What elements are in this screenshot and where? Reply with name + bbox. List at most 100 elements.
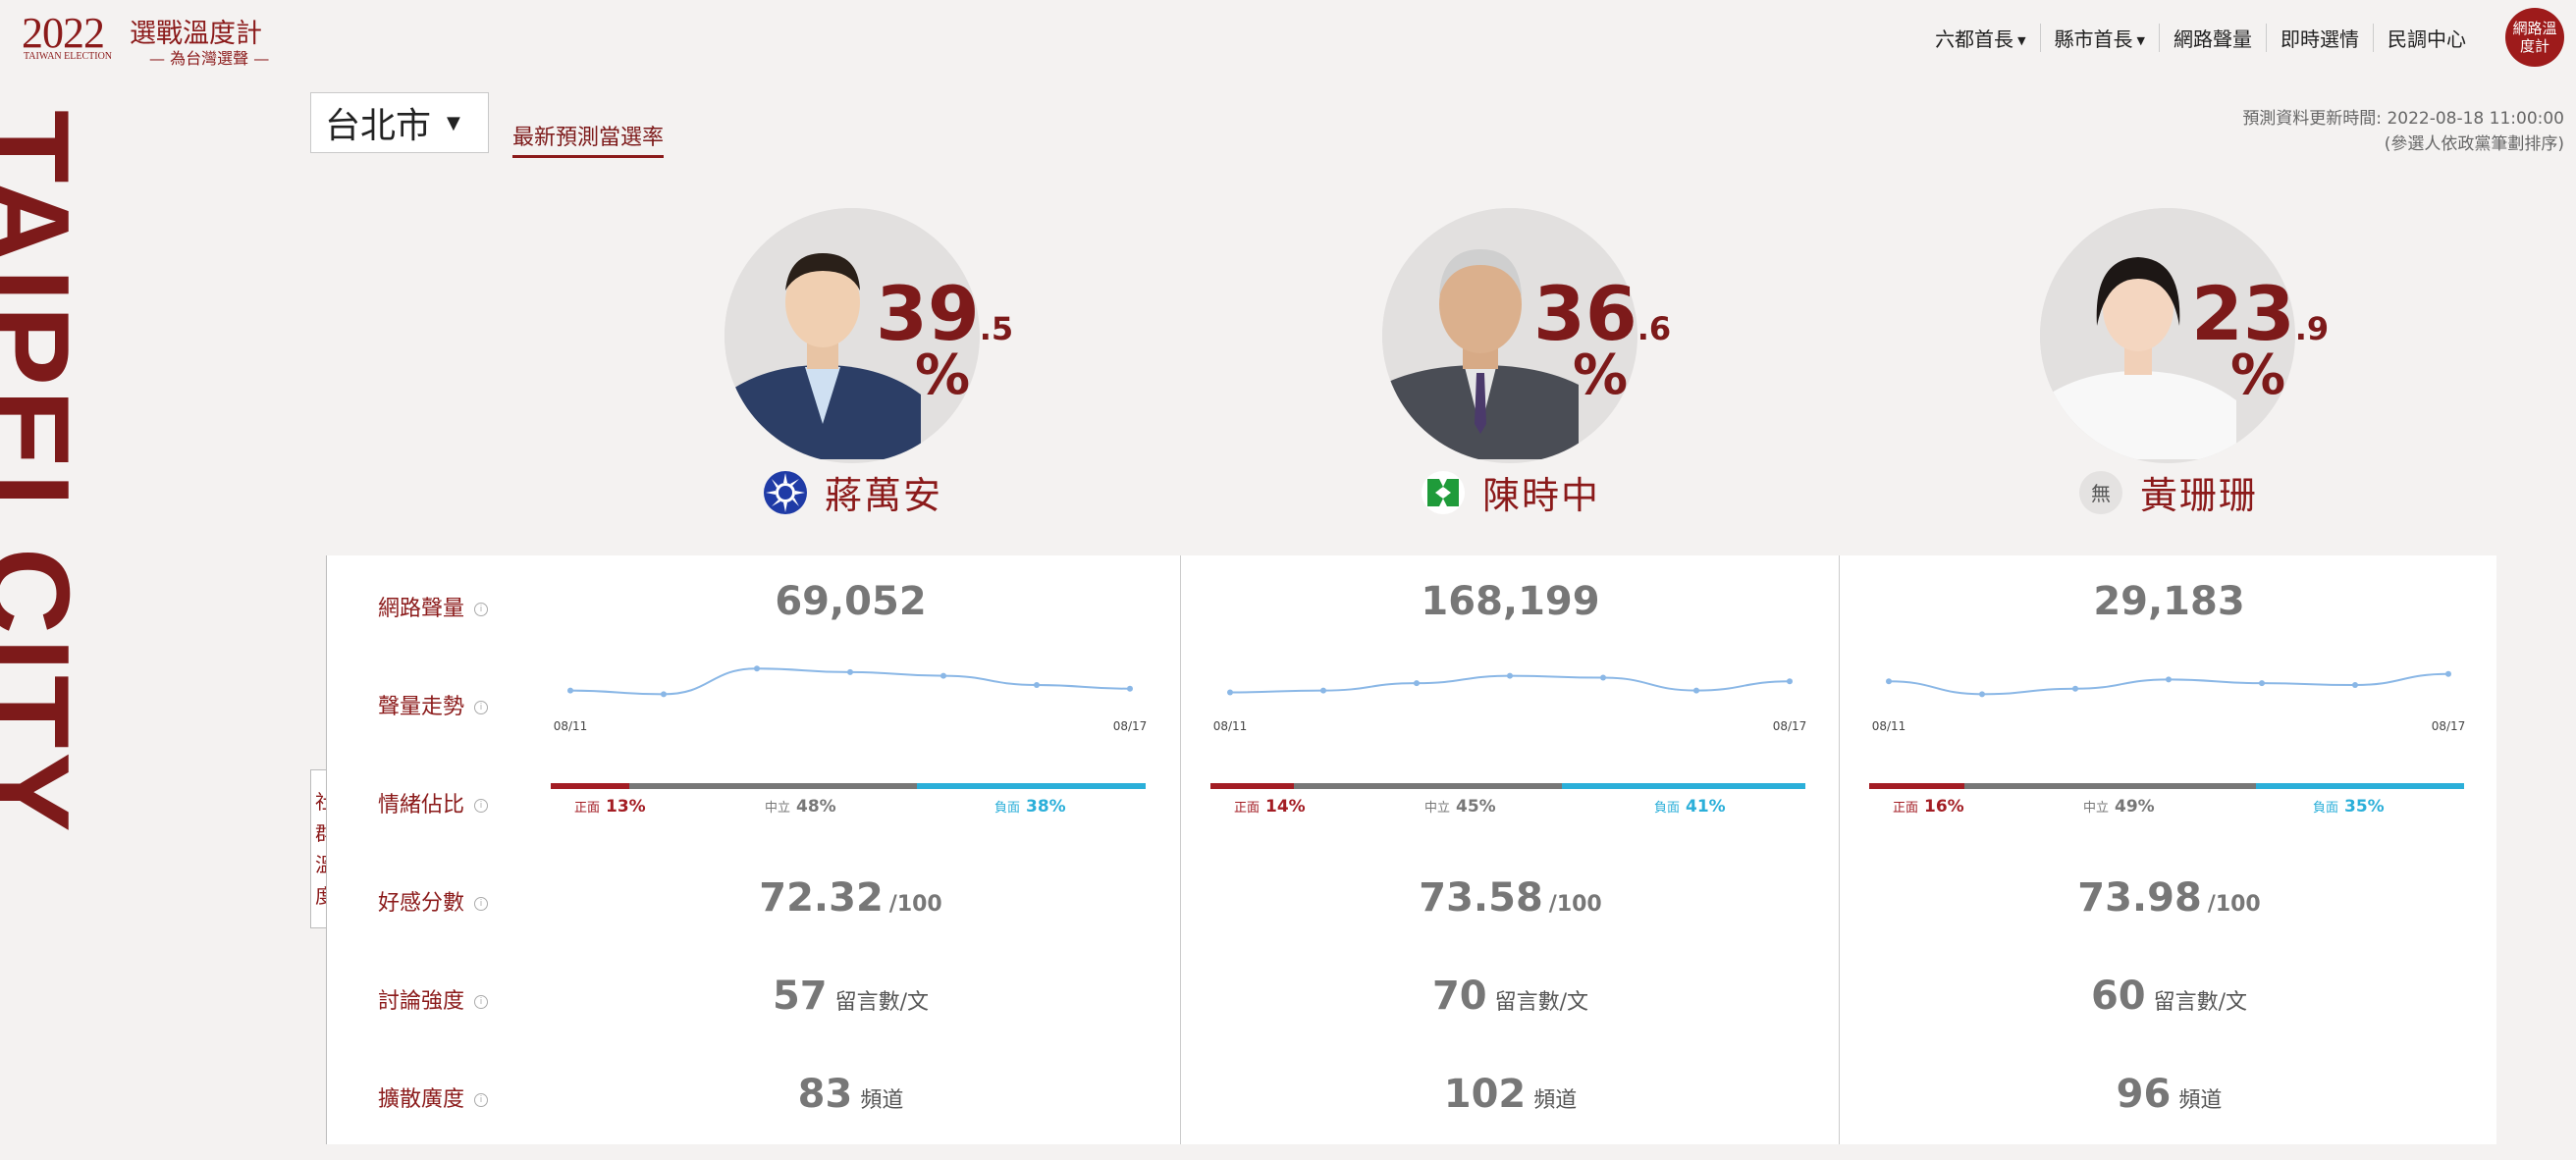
trend-point: [2352, 682, 2358, 688]
win-rate: 23.9 %: [2191, 270, 2330, 408]
sentiment-bar: 正面 14% 中立 45% 負面 41%: [1210, 783, 1805, 822]
spread-value: 96 頻道: [2116, 1072, 2223, 1117]
update-note: (參選人依政黨筆劃排序): [2384, 134, 2564, 154]
sentiment-neutral-seg: [628, 783, 918, 789]
nav-poll-center[interactable]: 民調中心: [2373, 23, 2480, 52]
label-discussion: 討論強度 i: [378, 983, 489, 1015]
volume-value: 29,183: [2093, 579, 2245, 624]
trend-date-label: 08/11: [1213, 719, 1248, 732]
candidate-stats-column: 69,052 08/11 08/17 正面 13% 中立 48% 負面 38% 72.32/100…: [521, 555, 1180, 1144]
candidate-card-3[interactable]: 23.9 % 無 黃珊珊: [2020, 208, 2433, 522]
trend-line-chart: 08/11 08/17: [1872, 670, 2466, 733]
trend-point: [1886, 678, 1892, 685]
sentiment-bar: 正面 16% 中立 49% 負面 35%: [1869, 783, 2464, 822]
candidate-card-2[interactable]: 36.6 % 陳時中: [1363, 208, 1775, 522]
caret-down-icon: ▼: [2136, 33, 2145, 47]
sentiment-positive: 正面 14%: [1234, 797, 1306, 817]
label-trend: 聲量走勢 i: [378, 689, 489, 720]
trend-date-label: 08/17: [2432, 719, 2466, 732]
tab-latest-prediction[interactable]: 最新預測當選率: [512, 120, 665, 158]
info-icon[interactable]: i: [474, 799, 489, 813]
trend-date-label: 08/11: [1872, 719, 1906, 732]
sentiment-bar: 正面 13% 中立 48% 負面 38%: [551, 783, 1146, 822]
candidate-card-1[interactable]: 39.5 % 蔣萬安: [705, 208, 1117, 522]
label-sentiment: 情緒佔比 i: [378, 787, 489, 818]
trend-chart: 08/11 08/17: [521, 654, 1180, 733]
trend-point: [1507, 672, 1513, 679]
trend-point: [1227, 689, 1233, 696]
sentiment-neutral-seg: [1293, 783, 1562, 789]
trend-chart: 08/11 08/17: [1840, 654, 2498, 733]
candidate-stats-column: 29,183 08/11 08/17 正面 16% 中立 49% 負面 35% 73.98/100…: [1839, 555, 2498, 1144]
info-icon[interactable]: i: [474, 603, 489, 616]
candidate-name: 陳時中: [1482, 474, 1601, 517]
sentiment-neutral-seg: [1963, 783, 2256, 789]
opview-badge[interactable]: 網路溫度計: [2505, 8, 2564, 67]
sentiment-neutral: 中立 49%: [2083, 797, 2155, 817]
sentiment-neutral: 中立 45%: [1424, 797, 1496, 817]
info-icon[interactable]: i: [474, 897, 489, 911]
nav-live[interactable]: 即時選情: [2266, 23, 2373, 52]
trend-point: [940, 672, 946, 679]
trend-point: [754, 665, 760, 672]
trend-line-chart: 08/11 08/17: [554, 665, 1147, 733]
trend-date-label: 08/17: [1773, 719, 1807, 732]
stats-panel: 網路聲量 i 聲量走勢 i 情緒佔比 i 好感分數 i 討論強度 i 擴散廣度 i 69,0…: [326, 555, 2496, 1144]
sentiment-positive-seg: [551, 783, 629, 789]
trend-point: [847, 668, 853, 675]
win-rate: 39.5 %: [876, 270, 1014, 408]
trend-point: [2072, 685, 2078, 692]
trend-point: [661, 691, 667, 698]
sentiment-positive: 正面 16%: [1893, 797, 1964, 817]
trend-chart: 08/11 08/17: [1181, 654, 1840, 733]
candidate-name: 黃珊珊: [2140, 474, 2259, 517]
info-icon[interactable]: i: [474, 1093, 489, 1107]
update-info: 預測資料更新時間: 2022-08-18 11:00:00 (參選人依政黨筆劃排…: [2242, 106, 2564, 157]
caret-down-icon: ▼: [447, 112, 460, 133]
trend-point: [2259, 680, 2265, 687]
info-icon[interactable]: i: [474, 701, 489, 714]
favor-value: 73.58/100: [1419, 875, 1602, 921]
trend-point: [567, 687, 573, 694]
trend-point: [1693, 687, 1699, 694]
trend-point: [1127, 685, 1133, 692]
sentiment-negative-seg: [2255, 783, 2464, 789]
label-spread: 擴散廣度 i: [378, 1081, 489, 1113]
trend-point: [1787, 678, 1793, 685]
sentiment-neutral: 中立 48%: [765, 797, 836, 817]
sentiment-positive: 正面 13%: [574, 797, 646, 817]
trend-point: [1979, 691, 1985, 698]
logo-sub-en: TAIWAN ELECTION: [24, 51, 113, 62]
favor-value: 73.98/100: [2077, 875, 2261, 921]
spread-value: 102 頻道: [1443, 1072, 1578, 1117]
nav-counties[interactable]: 縣市首長 ▼: [2039, 23, 2159, 52]
nav-volume[interactable]: 網路聲量: [2159, 23, 2266, 52]
candidate-stats-column: 168,199 08/11 08/17 正面 14% 中立 45% 負面 41% 73.58/10…: [1180, 555, 1840, 1144]
dpp-icon: [1422, 470, 1465, 514]
kmt-sun-icon: [764, 470, 807, 514]
top-nav: 六都首長 ▼ 縣市首長 ▼ 網路聲量 即時選情 民調中心: [1921, 18, 2480, 57]
label-volume: 網路聲量 i: [378, 591, 489, 622]
update-time: 預測資料更新時間: 2022-08-18 11:00:00: [2242, 109, 2564, 129]
caret-down-icon: ▼: [2017, 33, 2026, 47]
trend-point: [2445, 670, 2451, 677]
spread-value: 83 頻道: [797, 1072, 904, 1117]
sentiment-negative-seg: [1561, 783, 1805, 789]
discussion-value: 70 留言數/文: [1431, 974, 1589, 1019]
nav-six-cities[interactable]: 六都首長 ▼: [1921, 24, 2039, 52]
sentiment-negative: 負面 38%: [994, 797, 1066, 817]
trend-point: [1600, 674, 1606, 681]
logo-sub-zh: — 為台灣選聲 —: [149, 49, 270, 68]
sentiment-positive-seg: [1869, 783, 1964, 789]
discussion-value: 60 留言數/文: [2090, 974, 2248, 1019]
favor-value: 72.32/100: [759, 875, 942, 921]
sentiment-negative: 負面 41%: [1654, 797, 1726, 817]
city-dropdown[interactable]: 台北市 ▼: [310, 92, 489, 153]
trend-point: [1414, 680, 1420, 687]
sentiment-negative-seg: [917, 783, 1146, 789]
city-vertical-title: TAIPEI CITY: [0, 110, 94, 836]
city-dropdown-value: 台北市: [325, 106, 432, 146]
candidate-name: 蔣萬安: [825, 474, 943, 517]
info-icon[interactable]: i: [474, 995, 489, 1009]
sentiment-negative: 負面 35%: [2313, 797, 2385, 817]
